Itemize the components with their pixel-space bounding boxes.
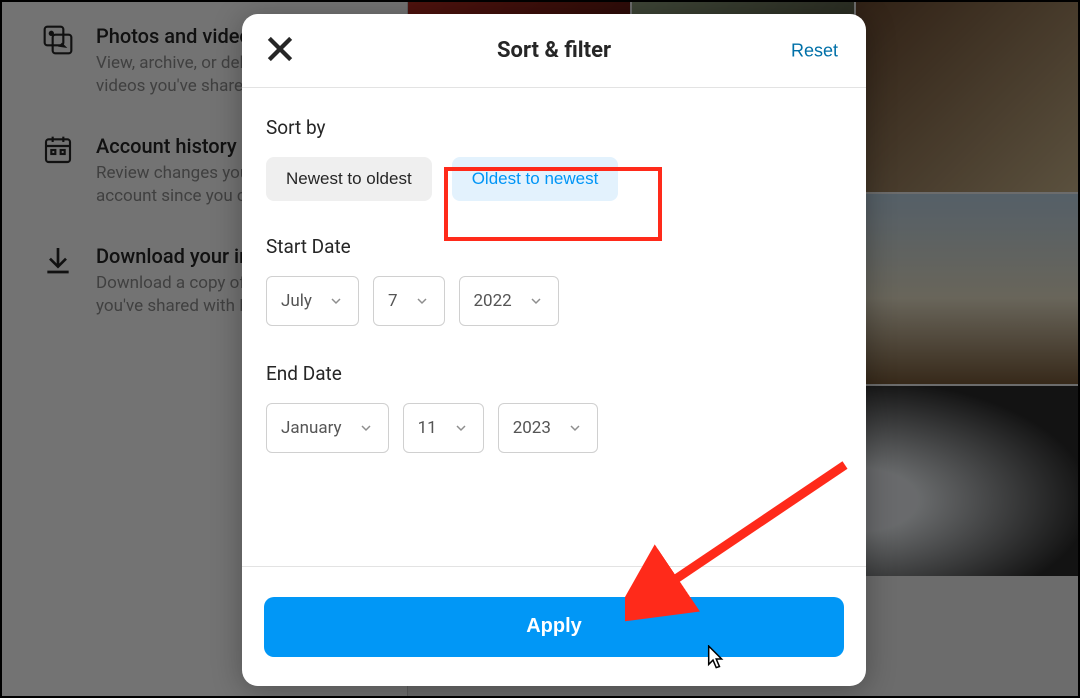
start-date-label: Start Date: [266, 235, 842, 258]
end-day-select[interactable]: 11: [403, 403, 484, 453]
reset-button[interactable]: Reset: [791, 40, 838, 61]
start-month-select[interactable]: July: [266, 276, 359, 326]
modal-title: Sort & filter: [497, 38, 611, 63]
chevron-down-icon: [567, 420, 583, 436]
sort-newest-chip[interactable]: Newest to oldest: [266, 157, 432, 201]
chevron-down-icon: [453, 420, 469, 436]
end-year-select[interactable]: 2023: [498, 403, 598, 453]
apply-button[interactable]: Apply: [264, 597, 844, 657]
start-day-select[interactable]: 7: [373, 276, 445, 326]
chevron-down-icon: [528, 293, 544, 309]
chevron-down-icon: [358, 420, 374, 436]
start-year-select[interactable]: 2022: [459, 276, 559, 326]
chevron-down-icon: [328, 293, 344, 309]
end-month-select[interactable]: January: [266, 403, 389, 453]
sort-by-label: Sort by: [266, 116, 842, 139]
close-button[interactable]: [260, 31, 300, 71]
sort-oldest-chip[interactable]: Oldest to newest: [452, 157, 619, 201]
close-icon: [264, 33, 296, 68]
end-date-label: End Date: [266, 362, 842, 385]
sort-filter-modal: Sort & filter Reset Sort by Newest to ol…: [242, 14, 866, 686]
chevron-down-icon: [414, 293, 430, 309]
